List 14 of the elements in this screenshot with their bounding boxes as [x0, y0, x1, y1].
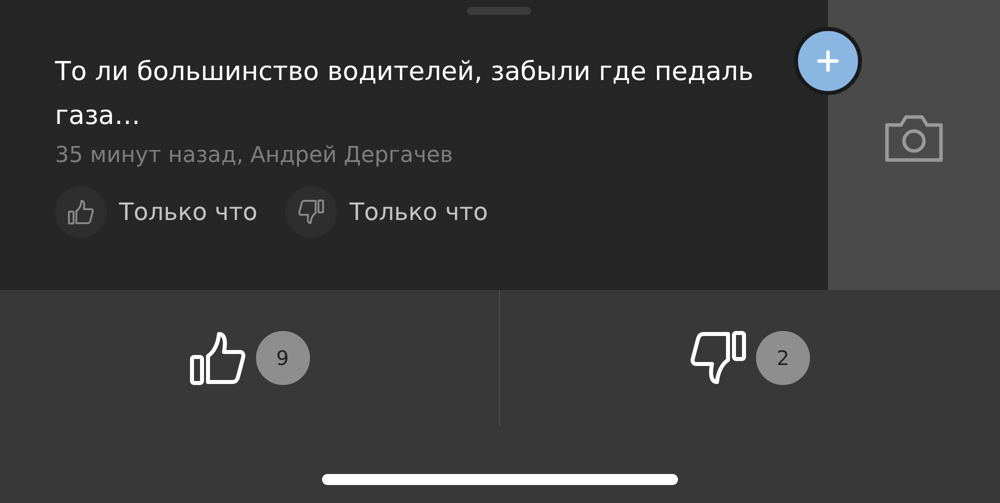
- camera-icon[interactable]: [884, 113, 944, 163]
- plus-icon: [817, 50, 839, 72]
- vote-button[interactable]: [190, 330, 246, 386]
- thumbs-down-icon: [690, 330, 746, 386]
- thumbs-up-icon: [68, 199, 94, 225]
- post-meta: 35 минут назад, Андрей Дергачев: [55, 142, 454, 170]
- thumbs-up-icon: [190, 330, 246, 386]
- reaction-time: Только что: [349, 197, 488, 228]
- vote-count: 2: [756, 331, 810, 385]
- vote-count: 9: [256, 331, 310, 385]
- reaction-time: Только что: [119, 197, 258, 228]
- thumbs-down-icon: [298, 199, 324, 225]
- post-title: То ли большинство водителей, забыли где педаль газа…: [55, 56, 754, 133]
- vote-button[interactable]: [690, 330, 746, 386]
